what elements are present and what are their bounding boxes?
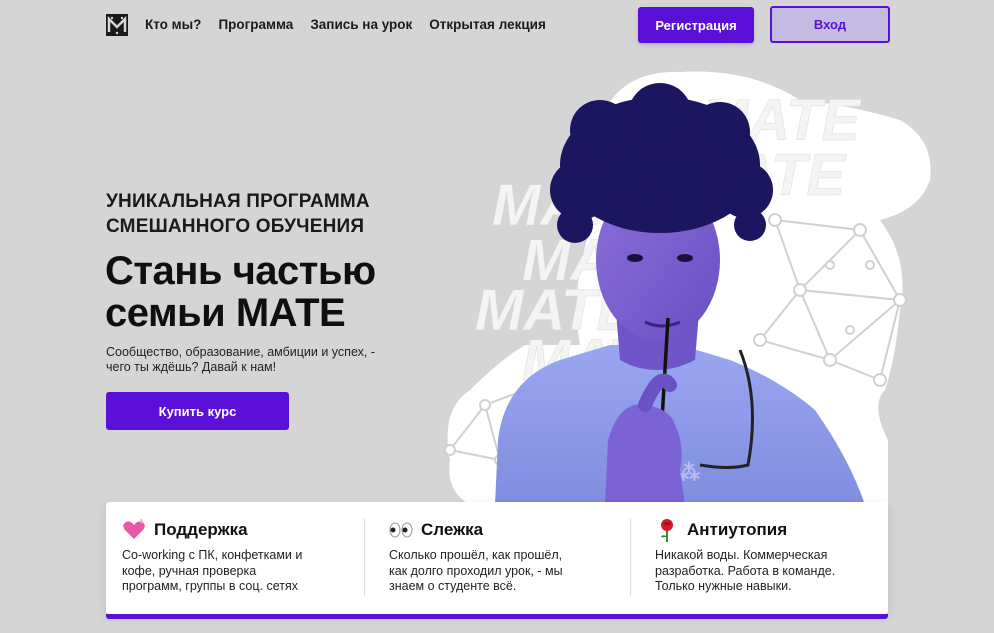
feature-support-text: Co-working с ПК, конфетками и кофе, ручн… [122,548,352,595]
feature-antiutopia-title-text: Антиутопия [687,520,788,539]
feature-tracking-line-2: как долго проходил урок, - мы [389,563,563,578]
features-card: Поддержка Co-working с ПК, конфетками и … [106,502,888,614]
hero-eyebrow: УНИКАЛЬНАЯ ПРОГРАММА СМЕШАННОГО ОБУЧЕНИЯ [106,189,446,239]
feature-tracking-line-1: Сколько прошёл, как прошёл, [389,548,563,562]
buy-course-button[interactable]: Купить курс [106,392,289,430]
hero-headline: Стань частью семьи МАТЕ [105,250,465,334]
feature-support-title: Поддержка [122,518,352,542]
feature-support: Поддержка Co-working с ПК, конфетками и … [122,518,352,595]
feature-antiutopia: Антиутопия Никакой воды. Коммерческая ра… [655,518,885,595]
login-button[interactable]: Вход [770,6,890,43]
feature-antiutopia-text: Никакой воды. Коммерческая разработка. Р… [655,548,885,595]
hero-subtitle: Сообщество, образование, амбиции и успех… [106,345,426,375]
nav-link-program[interactable]: Программа [218,17,293,32]
features-accent-bar [106,614,888,619]
register-button[interactable]: Регистрация [638,7,754,43]
nav-links: Кто мы? Программа Запись на урок Открыта… [145,17,546,32]
feature-tracking-line-3: знаем о студенте всё. [389,579,517,593]
eyebrow-line-2: СМЕШАННОГО ОБУЧЕНИЯ [106,216,365,237]
feature-support-line-3: программ, группы в соц. сетях [122,579,298,593]
headline-line-2: семьи МАТЕ [105,291,346,335]
nav-link-open-lecture[interactable]: Открытая лекция [429,17,546,32]
feature-antiutopia-line-1: Никакой воды. Коммерческая [655,548,828,562]
top-nav: Кто мы? Программа Запись на урок Открыта… [0,0,994,52]
subtitle-line-1: Сообщество, образование, амбиции и успех… [106,345,375,359]
nav-link-lesson-signup[interactable]: Запись на урок [310,17,412,32]
feature-support-line-2: кофе, ручная проверка [122,563,257,578]
feature-antiutopia-title: Антиутопия [655,518,885,542]
feature-tracking: Слежка Сколько прошёл, как прошёл, как д… [389,518,619,595]
feature-tracking-title-text: Слежка [421,520,484,539]
feature-divider-2 [630,518,631,596]
mate-logo-icon[interactable] [106,14,128,36]
feature-antiutopia-line-3: Только нужные навыки. [655,579,792,593]
eyes-icon [389,522,413,538]
headline-line-1: Стань частью [105,249,376,293]
heart-icon [123,519,145,539]
nav-link-who[interactable]: Кто мы? [145,17,201,32]
eyebrow-line-1: УНИКАЛЬНАЯ ПРОГРАММА [106,191,370,212]
hero-illustration: MATE MATE MATE MATE MATE MATE [444,71,931,505]
subtitle-line-2: чего ты ждёшь? Давай к нам! [106,360,277,374]
rose-icon [661,519,673,542]
feature-divider-1 [364,518,365,596]
feature-tracking-title: Слежка [389,518,619,542]
feature-support-title-text: Поддержка [154,520,248,539]
feature-antiutopia-line-2: разработка. Работа в команде. [655,563,836,578]
feature-support-line-1: Co-working с ПК, конфетками и [122,548,303,562]
feature-tracking-text: Сколько прошёл, как прошёл, как долго пр… [389,548,619,595]
